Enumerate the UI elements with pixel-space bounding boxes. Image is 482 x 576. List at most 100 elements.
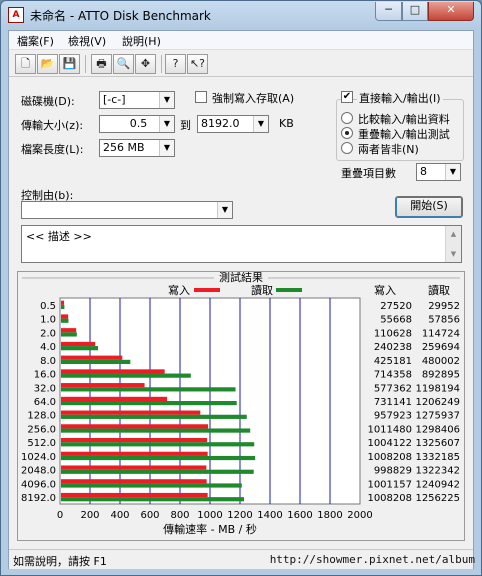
table-cell-read: 1325607	[415, 438, 460, 449]
description-scrollbar[interactable]: ▲ ▼	[445, 226, 461, 262]
neither-label: 兩者皆非(N)	[358, 143, 419, 156]
read-bar	[61, 497, 245, 502]
y-tick-label: 256.0	[27, 424, 56, 435]
table-cell-read: 29952	[428, 301, 460, 312]
table-cell-write: 27520	[380, 301, 412, 312]
title-bar[interactable]: A 未命名 - ATTO Disk Benchmark ─ □ ✕	[1, 1, 481, 29]
write-bar	[61, 410, 201, 415]
chevron-down-icon: ▼	[159, 116, 174, 132]
transfer-from-value: 0.5	[129, 117, 148, 130]
write-bar	[61, 300, 65, 305]
x-tick-label: 1000	[197, 510, 222, 521]
force-write-checkbox[interactable]	[195, 91, 207, 103]
table-cell-write: 998829	[374, 466, 412, 477]
write-bar	[61, 328, 77, 333]
x-tick-label: 1800	[317, 510, 342, 521]
read-bar	[61, 346, 99, 351]
queue-depth-select[interactable]: 8 ▼	[416, 163, 461, 181]
x-tick-label: 1200	[227, 510, 252, 521]
y-tick-label: 512.0	[27, 438, 56, 449]
file-length-label: 檔案長度(L):	[21, 143, 84, 156]
y-tick-label: 128.0	[27, 411, 56, 422]
read-bar	[61, 318, 69, 323]
watermark-text: http://showmer.pixnet.net/album	[269, 553, 475, 566]
menu-file[interactable]: 檔案(F)	[17, 33, 54, 49]
read-bar	[61, 469, 254, 474]
compare-io-radio[interactable]	[341, 112, 353, 124]
read-bar	[61, 414, 247, 419]
menu-bar: 檔案(F) 檢視(V) 說明(H)	[9, 31, 473, 50]
chevron-down-icon: ▼	[253, 116, 268, 132]
read-bar	[61, 483, 242, 488]
table-cell-read: 892895	[422, 370, 460, 381]
write-bar	[61, 314, 69, 319]
table-cell-read: 1275937	[415, 411, 460, 422]
write-bar	[61, 451, 208, 456]
x-tick-label: 200	[80, 510, 99, 521]
app-window: A 未命名 - ATTO Disk Benchmark ─ □ ✕ 檔案(F) …	[0, 0, 482, 576]
y-tick-label: 8.0	[40, 356, 56, 367]
write-bar	[61, 465, 207, 470]
print-preview-icon[interactable]: 🔍	[113, 54, 134, 74]
table-cell-write: 1001157	[367, 479, 412, 490]
x-tick-label: 800	[170, 510, 189, 521]
drive-value: [-c-]	[103, 93, 126, 106]
description-textarea[interactable]: << 描述 >> ▲ ▼	[21, 225, 462, 263]
control-select[interactable]: ▼	[21, 201, 233, 219]
results-title: 測試結果	[219, 272, 263, 284]
chevron-down-icon: ▼	[159, 92, 174, 108]
file-length-select[interactable]: 256 MB ▼	[99, 139, 175, 157]
start-button[interactable]: 開始(S)	[395, 196, 463, 218]
open-icon[interactable]: 📂	[37, 54, 58, 74]
write-bar	[61, 341, 96, 347]
transfer-from-select[interactable]: 0.5 ▼	[99, 115, 175, 133]
new-icon[interactable]: 🗋	[15, 54, 36, 74]
scroll-down-icon[interactable]: ▼	[446, 246, 461, 262]
close-button[interactable]: ✕	[428, 2, 474, 21]
write-bar	[61, 492, 208, 498]
x-tick-label: 0	[57, 510, 63, 521]
table-cell-read: 1298406	[415, 424, 460, 435]
table-cell-write: 110628	[374, 328, 412, 339]
table-cell-write: 240238	[374, 342, 412, 353]
drive-select[interactable]: [-c-] ▼	[99, 91, 175, 109]
table-cell-write: 577362	[374, 383, 412, 394]
direct-io-checkbox[interactable]: ✔	[341, 91, 353, 103]
transfer-unit-label: KB	[279, 117, 294, 130]
read-bar	[61, 428, 251, 433]
table-cell-read: 1206249	[415, 397, 460, 408]
write-bar	[61, 479, 207, 484]
overlap-io-label: 重疊輸入/輸出測試	[358, 128, 450, 141]
minimize-button[interactable]: ─	[375, 2, 402, 21]
y-tick-label: 2.0	[40, 328, 56, 339]
y-tick-label: 8192.0	[21, 493, 56, 504]
menu-help[interactable]: 說明(H)	[122, 33, 161, 49]
table-cell-write: 957923	[374, 411, 412, 422]
table-cell-write: 425181	[374, 356, 412, 367]
maximize-button[interactable]: □	[402, 2, 428, 21]
y-tick-label: 64.0	[34, 397, 56, 408]
chevron-down-icon: ▼	[217, 202, 232, 218]
context-help-icon[interactable]: ↖?	[187, 54, 208, 74]
compare-io-label: 比較輸入/輸出資料	[358, 113, 450, 126]
move-icon[interactable]: ✥	[135, 54, 156, 74]
menu-view[interactable]: 檢視(V)	[68, 33, 106, 49]
transfer-to-select[interactable]: 8192.0 ▼	[197, 115, 269, 133]
direct-io-label: 直接輸入/輸出(I)	[357, 90, 443, 106]
overlap-io-radio[interactable]	[341, 127, 353, 139]
table-cell-write: 1004122	[367, 438, 412, 449]
read-bar	[61, 332, 77, 337]
scroll-up-icon[interactable]: ▲	[446, 226, 461, 242]
neither-radio[interactable]	[341, 142, 353, 154]
help-icon[interactable]: ?	[165, 54, 186, 74]
table-cell-read: 1240942	[415, 479, 460, 490]
chevron-down-icon: ▼	[159, 140, 174, 156]
y-tick-label: 4096.0	[21, 479, 56, 490]
table-cell-write: 1008208	[367, 452, 412, 463]
save-icon[interactable]: 💾	[59, 54, 80, 74]
y-tick-label: 0.5	[40, 301, 56, 312]
print-icon[interactable]: 🖶	[91, 54, 112, 74]
legend-read-swatch	[276, 288, 302, 292]
table-cell-write: 1011480	[367, 424, 412, 435]
drive-label: 磁碟機(D):	[21, 95, 75, 108]
